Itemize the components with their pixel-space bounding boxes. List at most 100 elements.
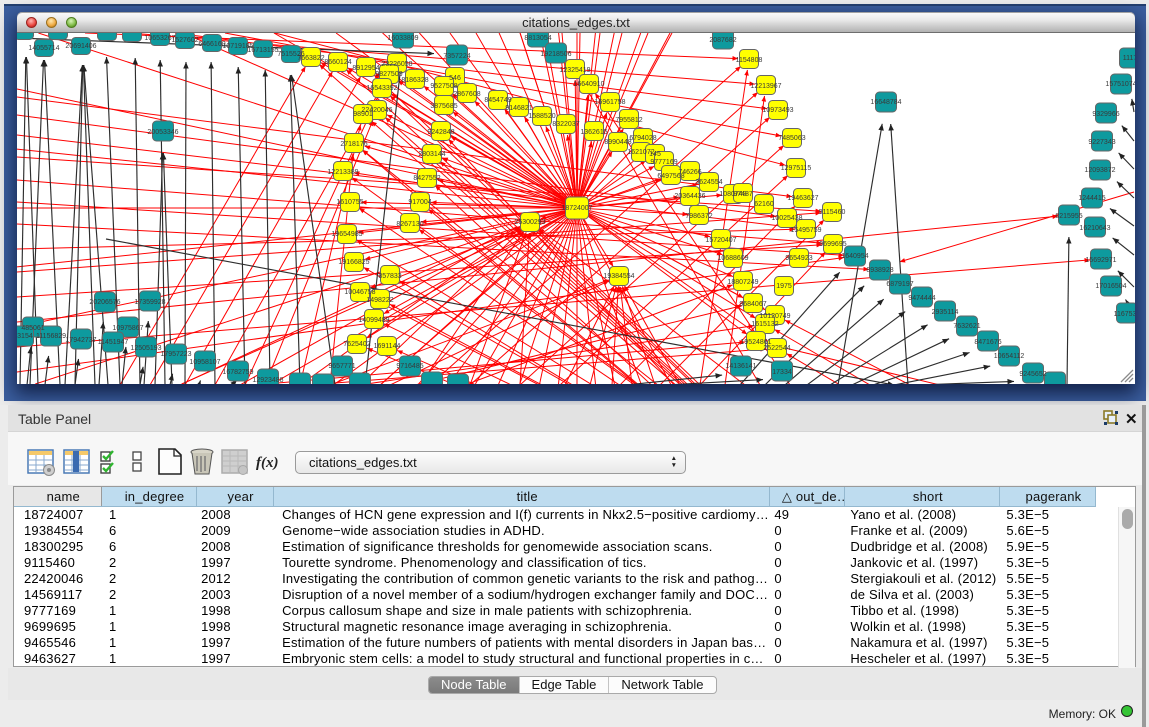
svg-text:19166825: 19166825 (338, 259, 369, 266)
svg-text:15751074: 15751074 (1105, 81, 1135, 88)
svg-text:9827509: 9827509 (375, 71, 402, 78)
svg-text:3624554: 3624554 (695, 179, 722, 186)
svg-text:17334: 17334 (772, 369, 792, 376)
svg-text:2087682: 2087682 (709, 37, 736, 44)
svg-text:1244415: 1244415 (1078, 195, 1105, 202)
svg-text:14099489: 14099489 (358, 317, 389, 324)
svg-text:3875685: 3875685 (430, 103, 457, 110)
svg-text:8813054: 8813054 (524, 35, 551, 42)
svg-text:33154: 33154 (17, 333, 33, 340)
svg-text:1610755: 1610755 (336, 199, 363, 206)
svg-text:857833: 857833 (378, 273, 401, 280)
svg-text:23226058: 23226058 (381, 61, 412, 68)
svg-text:1362615: 1362615 (580, 129, 607, 136)
svg-text:12923488: 12923488 (252, 377, 283, 384)
svg-text:15692971: 15692971 (1085, 257, 1116, 264)
svg-text:9699695: 9699695 (819, 241, 846, 248)
svg-text:9242848: 9242848 (427, 129, 454, 136)
svg-text:20364436: 20364436 (674, 193, 705, 200)
svg-text:20691406: 20691406 (65, 43, 96, 50)
svg-text:19463627: 19463627 (787, 195, 818, 202)
svg-text:17359928: 17359928 (134, 299, 165, 306)
svg-text:10688609: 10688609 (717, 255, 748, 262)
svg-text:10046758: 10046758 (344, 289, 375, 296)
svg-text:1615132: 1615132 (751, 321, 778, 328)
svg-text:9716485: 9716485 (396, 363, 423, 370)
svg-text:6497568: 6497568 (657, 173, 684, 180)
svg-text:20206576: 20206576 (89, 299, 120, 306)
svg-text:2718176: 2718176 (340, 141, 367, 148)
svg-text:1975: 1975 (776, 283, 792, 290)
svg-text:16961758: 16961758 (594, 99, 625, 106)
svg-text:20053346: 20053346 (147, 129, 178, 136)
svg-text:12213389: 12213389 (327, 169, 358, 176)
svg-text:10120749: 10120749 (759, 313, 790, 320)
svg-text:1527602: 1527602 (171, 37, 198, 44)
svg-text:12325419: 12325419 (559, 67, 590, 74)
svg-text:8938928: 8938928 (866, 267, 893, 274)
svg-text:7663822: 7663822 (297, 55, 324, 62)
svg-text:12505193: 12505193 (130, 345, 161, 352)
svg-text:10025438: 10025438 (771, 215, 802, 222)
svg-text:10975867: 10975867 (112, 325, 143, 332)
svg-text:25300293: 25300293 (514, 219, 545, 226)
svg-text:9146821: 9146821 (505, 105, 532, 112)
svg-text:17942737: 17942737 (65, 337, 96, 344)
svg-text:9329966: 9329966 (1092, 111, 1119, 118)
svg-text:9245652: 9245652 (1019, 371, 1046, 378)
svg-text:8660124: 8660124 (324, 59, 351, 66)
svg-text:7357224: 7357224 (443, 53, 470, 60)
svg-text:9527508: 9527508 (430, 83, 457, 90)
svg-text:7986372: 7986372 (685, 213, 712, 220)
svg-text:10958107: 10958107 (189, 359, 220, 366)
svg-text:62160: 62160 (754, 201, 774, 208)
svg-text:19218506: 19218506 (540, 51, 571, 58)
svg-text:7485063: 7485063 (778, 135, 805, 142)
svg-text:14055714: 14055714 (28, 45, 59, 52)
svg-text:18807249: 18807249 (727, 279, 758, 286)
svg-text:1154808: 1154808 (736, 57, 763, 64)
svg-text:14136141: 14136141 (725, 363, 756, 370)
svg-text:16648784: 16648784 (870, 99, 901, 106)
svg-text:6794028: 6794028 (629, 135, 656, 142)
svg-text:98901: 98901 (353, 111, 373, 118)
svg-text:16782759: 16782759 (222, 369, 253, 376)
svg-text:8427552: 8427552 (413, 175, 440, 182)
svg-text:7632621: 7632621 (953, 323, 980, 330)
svg-text:8186328: 8186328 (401, 77, 428, 84)
svg-text:10973493: 10973493 (762, 107, 793, 114)
svg-text:16640910: 16640910 (573, 81, 604, 88)
svg-text:7955812: 7955812 (615, 117, 642, 124)
svg-text:97487: 97487 (733, 191, 753, 198)
svg-text:546: 546 (449, 75, 461, 82)
svg-text:16543392: 16543392 (366, 85, 397, 92)
svg-text:8471676: 8471676 (974, 339, 1001, 346)
svg-text:9657771: 9657771 (328, 363, 355, 370)
svg-text:f(x): f(x) (256, 455, 279, 471)
svg-text:12975115: 12975115 (781, 165, 812, 172)
svg-text:19654985: 19654985 (331, 231, 362, 238)
svg-text:1498222: 1498222 (366, 297, 393, 304)
svg-text:1117: 1117 (1123, 55, 1135, 62)
svg-text:917004: 917004 (408, 199, 431, 206)
svg-text:6879197: 6879197 (886, 281, 913, 288)
svg-text:1588520: 1588520 (528, 113, 555, 120)
svg-text:17016504: 17016504 (1095, 283, 1126, 290)
svg-text:12093872: 12093872 (1084, 167, 1115, 174)
svg-text:8454749: 8454749 (484, 97, 511, 104)
svg-text:145: 145 (649, 151, 661, 158)
svg-text:1167533: 1167533 (1114, 311, 1135, 318)
svg-text:9654923: 9654923 (785, 255, 812, 262)
svg-text:16210643: 16210643 (1079, 225, 1110, 232)
svg-text:17957223: 17957223 (160, 351, 191, 358)
svg-text:9684067: 9684067 (739, 301, 766, 308)
svg-text:12213967: 12213967 (750, 83, 781, 90)
svg-text:9115460: 9115460 (819, 209, 846, 216)
svg-text:2867608: 2867608 (453, 91, 480, 98)
svg-text:2803144: 2803144 (418, 151, 445, 158)
svg-text:15720407: 15720407 (705, 237, 736, 244)
svg-text:9227343: 9227343 (1088, 139, 1115, 146)
svg-text:1691144: 1691144 (374, 343, 401, 350)
svg-text:19384554: 19384554 (603, 273, 634, 280)
svg-text:10654112: 10654112 (994, 353, 1025, 360)
